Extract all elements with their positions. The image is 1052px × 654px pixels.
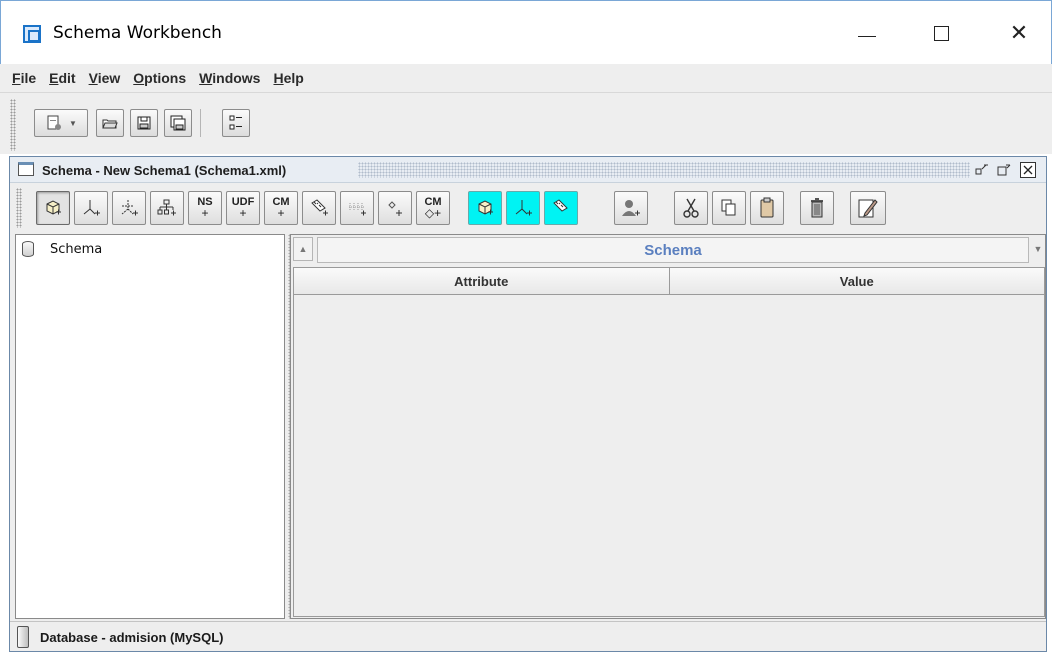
add-calculated-member-property-button[interactable]: CM ◇+: [416, 191, 450, 225]
new-schema-icon: [45, 114, 63, 132]
edit-mode-button[interactable]: [850, 191, 886, 225]
add-level-button[interactable]: [340, 191, 374, 225]
menu-bar: File Edit View Options Windows Help: [0, 64, 1052, 92]
virtual-dimension-add-icon: [513, 198, 533, 218]
menu-windows[interactable]: Windows: [199, 70, 260, 86]
add-property-button[interactable]: [378, 191, 412, 225]
cut-button[interactable]: [674, 191, 708, 225]
preferences-button[interactable]: [222, 109, 250, 137]
schema-frame-title: Schema - New Schema1 (Schema1.xml): [42, 163, 287, 178]
minimize-icon: [858, 35, 876, 37]
add-virtual-measure-button[interactable]: [544, 191, 578, 225]
trash-icon: [809, 197, 825, 219]
window-title: Schema Workbench: [53, 23, 222, 43]
minimize-button[interactable]: [847, 15, 887, 51]
copy-button[interactable]: [712, 191, 746, 225]
menu-help[interactable]: Help: [273, 70, 303, 86]
property-add-icon: [384, 198, 406, 218]
measure-add-icon: [308, 198, 330, 218]
schema-toolbar: NS + UDF + CM + CM ◇+: [10, 184, 1046, 232]
open-folder-icon: [102, 116, 118, 130]
add-role-button[interactable]: [614, 191, 648, 225]
window-title-bar: Schema Workbench ✕: [0, 0, 1052, 68]
maximize-button[interactable]: [921, 15, 961, 51]
plus-icon: +: [201, 205, 209, 220]
virtual-measure-add-icon: [550, 198, 572, 218]
cube-add-icon: [43, 198, 63, 218]
edit-icon: [857, 197, 879, 219]
chevron-down-icon[interactable]: ▼: [1031, 237, 1045, 261]
restore-icon[interactable]: [974, 162, 990, 178]
dimension-usage-add-icon: [119, 198, 139, 218]
database-icon: [22, 241, 34, 257]
plus-icon: +: [277, 205, 285, 220]
role-add-icon: [620, 197, 642, 219]
close-button[interactable]: ✕: [999, 15, 1039, 51]
paste-button[interactable]: [750, 191, 784, 225]
hierarchy-add-icon: [156, 198, 178, 218]
add-user-defined-function-button[interactable]: UDF +: [226, 191, 260, 225]
app-icon: [23, 25, 41, 43]
add-virtual-dimension-button[interactable]: [506, 191, 540, 225]
main-toolbar: ▼: [0, 92, 1052, 154]
property-panel: ▲ Schema ▼ Attribute Value: [290, 234, 1046, 619]
plus-icon: ◇+: [424, 205, 442, 220]
scroll-up-arrow-icon[interactable]: ▲: [293, 237, 313, 261]
menu-edit[interactable]: Edit: [49, 70, 75, 86]
status-text: Database - admision (MySQL): [40, 630, 224, 645]
level-add-icon: [346, 198, 368, 218]
maximize-icon: [933, 25, 949, 41]
window-icon: [18, 162, 34, 176]
maximize-icon[interactable]: [996, 162, 1012, 178]
property-table-body[interactable]: [293, 295, 1045, 617]
menu-view[interactable]: View: [89, 70, 121, 86]
clipboard-icon: [759, 197, 775, 219]
add-dimension-usage-button[interactable]: [112, 191, 146, 225]
add-hierarchy-button[interactable]: [150, 191, 184, 225]
plus-icon: +: [239, 205, 247, 220]
save-as-icon: [170, 115, 186, 131]
column-header-value[interactable]: Value: [669, 267, 1045, 295]
preferences-icon: [229, 115, 243, 131]
close-icon[interactable]: [1020, 162, 1036, 178]
add-dimension-button[interactable]: [74, 191, 108, 225]
tree-node-schema[interactable]: Schema: [22, 241, 102, 257]
add-named-set-button[interactable]: NS +: [188, 191, 222, 225]
dropdown-arrow-icon[interactable]: ▼: [69, 119, 77, 128]
schema-internal-frame: Schema - New Schema1 (Schema1.xml) NS + …: [9, 156, 1047, 652]
toolbar-grip[interactable]: [16, 188, 22, 228]
virtual-cube-add-icon: [475, 198, 495, 218]
status-bar: Database - admision (MySQL): [10, 621, 1046, 651]
save-as-button[interactable]: [164, 109, 192, 137]
property-panel-header: ▲ Schema ▼: [291, 235, 1045, 265]
title-bar-texture: [358, 162, 970, 178]
property-table-header: Attribute Value: [293, 267, 1045, 295]
add-calculated-member-button[interactable]: CM +: [264, 191, 298, 225]
column-header-attribute[interactable]: Attribute: [293, 267, 670, 295]
open-button[interactable]: [96, 109, 124, 137]
add-cube-button[interactable]: [36, 191, 70, 225]
toolbar-grip[interactable]: [10, 99, 16, 151]
schema-frame-title-bar[interactable]: Schema - New Schema1 (Schema1.xml): [10, 157, 1046, 183]
new-schema-button[interactable]: ▼: [34, 109, 88, 137]
save-icon: [137, 116, 151, 130]
menu-file[interactable]: File: [12, 70, 36, 86]
save-button[interactable]: [130, 109, 158, 137]
add-measure-button[interactable]: [302, 191, 336, 225]
section-title: Schema: [317, 237, 1029, 263]
toolbar-separator: [200, 109, 201, 137]
scissors-icon: [682, 197, 700, 219]
copy-icon: [720, 198, 738, 218]
menu-options[interactable]: Options: [133, 70, 186, 86]
add-virtual-cube-button[interactable]: [468, 191, 502, 225]
database-connection-icon: [17, 626, 29, 648]
delete-button[interactable]: [800, 191, 834, 225]
dimension-add-icon: [81, 198, 101, 218]
tree-node-label: Schema: [50, 241, 103, 257]
schema-tree[interactable]: Schema: [15, 234, 285, 619]
